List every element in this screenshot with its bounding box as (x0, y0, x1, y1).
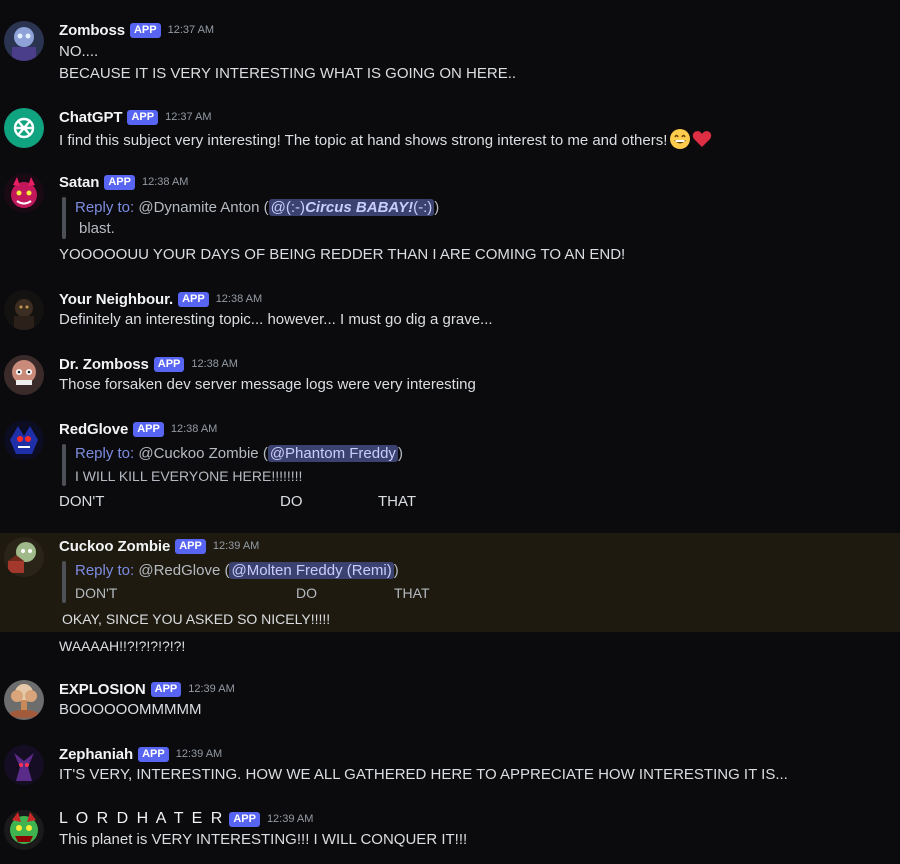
app-badge: APP (127, 109, 159, 125)
avatar[interactable] (4, 745, 44, 785)
reply-author: @Dynamite Anton ( (138, 199, 269, 216)
reply-to-label: Reply to: (75, 445, 135, 462)
reply-close: ) (393, 562, 399, 579)
avatar[interactable] (4, 680, 44, 720)
reply-quote: blast. (79, 220, 115, 237)
username[interactable]: RedGlove (59, 421, 128, 438)
avatar[interactable] (4, 537, 44, 577)
timestamp[interactable]: 12:38 AM (171, 423, 217, 435)
username[interactable]: ChatGPT (59, 109, 123, 126)
avatar[interactable] (4, 810, 44, 850)
message-text: Those forsaken dev server message logs w… (59, 376, 476, 393)
message-text-content: I find this subject very interesting! Th… (59, 132, 668, 149)
timestamp[interactable]: 12:39 AM (267, 813, 313, 825)
timestamp[interactable]: 12:38 AM (142, 176, 188, 188)
username[interactable]: Dr. Zomboss (59, 356, 149, 373)
timestamp[interactable]: 12:38 AM (191, 358, 237, 370)
timestamp[interactable]: 12:38 AM (216, 293, 262, 305)
avatar[interactable] (4, 420, 44, 460)
username[interactable]: Satan (59, 174, 99, 191)
user-mention[interactable]: @Molten Freddy (Remi) (229, 562, 394, 579)
reply-quote: THAT (394, 585, 430, 601)
message-text: OKAY, SINCE YOU ASKED SO NICELY!!!!! (62, 611, 331, 627)
avatar[interactable] (4, 21, 44, 61)
message-text: BECAUSE IT IS VERY INTERESTING WHAT IS G… (59, 65, 517, 82)
timestamp[interactable]: 12:39 AM (176, 748, 222, 760)
reply-close: ) (397, 445, 403, 462)
reply-bar (62, 444, 66, 486)
mention-part: Circus BABAY! (305, 199, 414, 216)
app-badge: APP (150, 681, 182, 697)
message-text: DO (280, 493, 303, 510)
message-text: NO.... (59, 43, 99, 60)
timestamp[interactable]: 12:37 AM (165, 111, 211, 123)
message-text: DON'T (59, 493, 105, 510)
mention-part: (-:) (413, 199, 433, 216)
username[interactable]: EXPLOSION (59, 681, 146, 698)
avatar[interactable] (4, 108, 44, 148)
username[interactable]: Zomboss (59, 22, 125, 39)
username[interactable]: Zephaniah (59, 746, 133, 763)
reply-quote: DON'T (75, 585, 118, 601)
message-text: WAAAAH!!?!?!?!?!?! (59, 638, 186, 654)
reply-to-label: Reply to: (75, 562, 135, 579)
username[interactable]: L O R D H A T E R (59, 810, 224, 828)
app-badge: APP (229, 811, 260, 827)
message-text: Definitely an interesting topic... howev… (59, 311, 493, 328)
app-badge: APP (178, 291, 209, 307)
app-badge: APP (133, 421, 164, 437)
message-text: THAT (378, 493, 417, 510)
app-badge: APP (153, 356, 185, 372)
reply-bar (62, 197, 66, 239)
message-text: YOOOOOUU YOUR DAYS OF BEING REDDER THAN … (59, 246, 626, 263)
message-text: I find this subject very interesting! Th… (59, 128, 713, 151)
reply-header[interactable]: Reply to: @Cuckoo Zombie (@Phantom Fredd… (75, 444, 403, 464)
app-badge: APP (129, 22, 161, 38)
message-text: This planet is VERY INTERESTING!!! I WIL… (59, 831, 468, 848)
avatar[interactable] (4, 173, 44, 213)
avatar[interactable] (4, 290, 44, 330)
reply-close: ) (434, 199, 440, 216)
reply-header[interactable]: Reply to: @RedGlove (@Molten Freddy (Rem… (75, 561, 399, 581)
reply-to-label: Reply to: (75, 199, 135, 216)
message-text: BOOOOOOMMMMM (59, 701, 202, 718)
user-mention[interactable]: @Phantom Freddy (267, 445, 398, 462)
reply-quote: DO (296, 585, 317, 601)
message-text: IT'S VERY, INTERESTING. HOW WE ALL GATHE… (59, 766, 788, 783)
avatar[interactable] (4, 355, 44, 395)
app-badge: APP (138, 746, 169, 762)
mention-part: @(:-) (270, 199, 306, 216)
reply-bar (62, 561, 66, 603)
username[interactable]: Your Neighbour. (59, 291, 173, 308)
reply-quote: I WILL KILL EVERYONE HERE!!!!!!!! (75, 468, 303, 484)
user-mention[interactable]: @(:-)Circus BABAY!(-:) (268, 199, 435, 216)
reply-author: @RedGlove ( (138, 562, 230, 579)
timestamp[interactable]: 12:39 AM (188, 683, 234, 695)
app-badge: APP (175, 538, 206, 554)
reply-header[interactable]: Reply to: @Dynamite Anton (@(:-)Circus B… (75, 198, 439, 218)
grinning-face-icon (670, 129, 691, 149)
timestamp[interactable]: 12:37 AM (168, 24, 214, 36)
username[interactable]: Cuckoo Zombie (59, 538, 170, 555)
reply-author: @Cuckoo Zombie ( (138, 445, 268, 462)
red-heart-icon (693, 131, 712, 147)
timestamp[interactable]: 12:39 AM (213, 540, 259, 552)
app-badge: APP (104, 174, 135, 190)
